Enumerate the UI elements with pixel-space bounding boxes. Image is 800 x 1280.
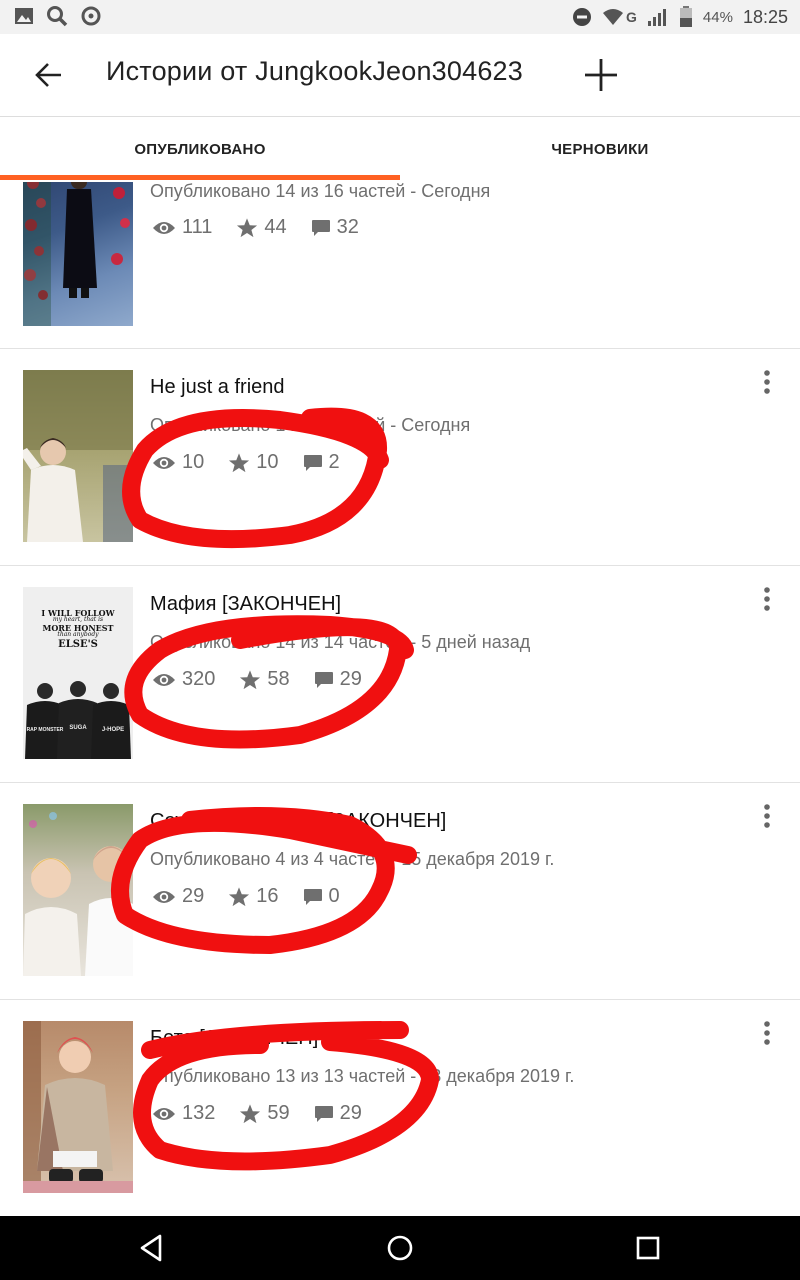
signal-icon: [647, 9, 666, 26]
story-card[interactable]: He just a friend Опубликовано 1 из 3 час…: [0, 348, 800, 566]
votes-count: 10: [256, 451, 279, 473]
star-icon: [229, 452, 250, 472]
story-cover: [23, 1021, 133, 1193]
story-list: Опубликовано 14 из 16 частей - Сегодня 1…: [0, 182, 800, 1216]
votes-count: 58: [267, 668, 290, 690]
views-count: 10: [182, 451, 205, 473]
comments-count: 0: [328, 885, 340, 907]
story-stats: 10 10 2: [152, 451, 364, 474]
story-card[interactable]: Бета [ЗАКОНЧЕН] Опубликовано 13 из 13 ча…: [0, 999, 800, 1216]
comments-count: 29: [339, 1102, 362, 1124]
story-title: Соулмейт история [ЗАКОНЧЕН]: [150, 810, 447, 832]
clock: 18:25: [742, 6, 788, 27]
story-card[interactable]: Соулмейт история [ЗАКОНЧЕН] Опубликовано…: [0, 782, 800, 1000]
battery-icon: [679, 6, 692, 27]
story-stats: 132 59 29: [152, 1102, 386, 1125]
nav-back-icon[interactable]: [134, 1230, 170, 1266]
page-title: Истории от JungkookJeon304623: [106, 56, 523, 86]
star-icon: [229, 886, 250, 906]
back-arrow-icon[interactable]: [32, 58, 66, 92]
comment-icon: [311, 219, 330, 236]
nav-home-icon[interactable]: [382, 1230, 418, 1266]
story-cover: [23, 182, 133, 326]
assistant-icon: [81, 6, 101, 26]
dnd-icon: [573, 8, 592, 26]
status-bar: G 44% 18:25: [0, 0, 800, 34]
system-nav-bar: [0, 1216, 800, 1280]
views-count: 111: [182, 216, 213, 238]
story-meta: Опубликовано 1 из 3 частей - Сегодня: [150, 415, 471, 435]
story-title: Бета [ЗАКОНЧЕН]: [150, 1027, 319, 1049]
comment-icon: [314, 671, 333, 688]
story-card[interactable]: I WILL FOLLOW my heart, that is MORE HON…: [0, 565, 800, 783]
status-right-icons: G 44% 18:25: [572, 0, 788, 34]
status-left-icons: [14, 5, 102, 27]
star-icon: [240, 669, 261, 689]
eye-icon: [153, 456, 175, 469]
more-options-icon[interactable]: [756, 584, 778, 614]
views-count: 29: [182, 885, 205, 907]
story-meta: Опубликовано 4 из 4 частей - 15 декабря …: [150, 849, 555, 869]
story-meta: Опубликовано 13 из 13 частей - 13 декабр…: [150, 1066, 575, 1086]
more-options-icon[interactable]: [756, 367, 778, 397]
eye-icon: [153, 221, 175, 234]
story-cover: I WILL FOLLOW my heart, that is MORE HON…: [23, 587, 133, 759]
nav-recents-icon[interactable]: [630, 1230, 666, 1266]
votes-count: 44: [264, 216, 287, 238]
gallery-icon: [15, 8, 33, 24]
search-icon: [47, 6, 68, 27]
story-cover: [23, 804, 133, 976]
story-meta: Опубликовано 14 из 14 частей - 5 дней на…: [150, 632, 531, 652]
cover-lettering: I WILL FOLLOW my heart, that is MORE HON…: [41, 608, 115, 651]
eye-icon: [153, 673, 175, 686]
eye-icon: [153, 1107, 175, 1120]
story-stats: 111 44 32: [152, 216, 383, 239]
comment-icon: [303, 888, 322, 905]
battery-percent: 44%: [702, 8, 733, 26]
views-count: 132: [182, 1102, 216, 1124]
star-icon: [240, 1103, 261, 1123]
star-icon: [237, 217, 258, 237]
story-title: He just a friend: [150, 376, 285, 398]
eye-icon: [153, 890, 175, 903]
comment-icon: [314, 1105, 333, 1122]
votes-count: 59: [267, 1102, 290, 1124]
views-count: 320: [182, 668, 216, 690]
tab-drafts[interactable]: ЧЕРНОВИКИ: [400, 117, 800, 182]
story-cover: [23, 370, 133, 542]
wifi-icon: [603, 9, 624, 25]
more-options-icon[interactable]: [756, 801, 778, 831]
story-card[interactable]: Опубликовано 14 из 16 частей - Сегодня 1…: [0, 182, 800, 350]
story-meta: Опубликовано 14 из 16 частей - Сегодня: [150, 182, 491, 201]
story-stats: 29 16 0: [152, 885, 364, 908]
network-type: G: [626, 9, 637, 25]
tab-bar: ОПУБЛИКОВАНО ЧЕРНОВИКИ: [0, 117, 800, 183]
more-options-icon[interactable]: [756, 1018, 778, 1048]
story-stats: 320 58 29: [152, 668, 386, 691]
story-title: Мафия [ЗАКОНЧЕН]: [150, 593, 342, 615]
tab-published[interactable]: ОПУБЛИКОВАНО: [0, 117, 400, 182]
comments-count: 2: [328, 451, 340, 473]
votes-count: 16: [256, 885, 279, 907]
add-icon[interactable]: [582, 56, 620, 94]
app-bar: Истории от JungkookJeon304623: [0, 34, 800, 117]
comments-count: 32: [336, 216, 359, 238]
tab-indicator: [0, 175, 400, 180]
comment-icon: [303, 454, 322, 471]
comments-count: 29: [339, 668, 362, 690]
